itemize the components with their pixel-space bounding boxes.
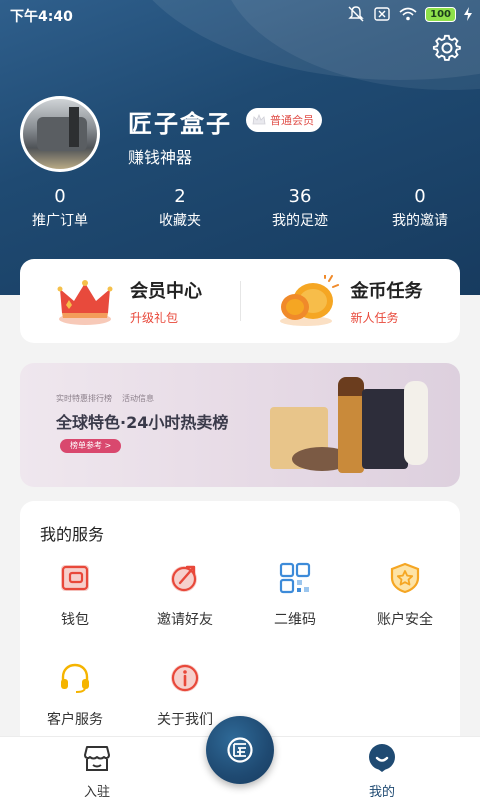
- qr-code-icon: [279, 562, 311, 594]
- crown-icon: [57, 280, 113, 325]
- service-wallet[interactable]: 钱包: [20, 561, 130, 629]
- headset-icon: [61, 663, 89, 693]
- service-account-security[interactable]: 账户安全: [350, 561, 460, 629]
- logo-icon: [227, 737, 253, 763]
- service-label: 二维码: [274, 612, 316, 628]
- username: 匠子盒子: [128, 110, 232, 138]
- user-subtitle: 赚钱神器: [128, 148, 193, 167]
- promo-title: 金币任务: [350, 280, 423, 302]
- status-icons: 100: [347, 5, 472, 23]
- banner-tab: 实时特惠排行榜: [56, 394, 112, 403]
- tab-settle-in[interactable]: 入驻: [57, 743, 137, 800]
- stat-footprints[interactable]: 36 我的足迹: [240, 186, 360, 236]
- avatar[interactable]: [20, 96, 100, 172]
- banner-product-bag: [362, 389, 408, 469]
- banner-tabs: 实时特惠排行榜 活动信息: [56, 393, 154, 404]
- wifi-icon: [399, 7, 417, 21]
- member-level-badge[interactable]: 普通会员: [246, 108, 322, 132]
- tab-label: 我的: [368, 785, 395, 800]
- service-label: 钱包: [61, 612, 89, 628]
- member-level-label: 普通会员: [270, 114, 314, 127]
- profile-icon: [369, 744, 395, 772]
- stat-promo-orders[interactable]: 0 推广订单: [0, 186, 120, 236]
- services-title: 我的服务: [40, 525, 105, 544]
- stats-row: 0 推广订单 2 收藏夹 36 我的足迹 0 我的邀请: [0, 186, 480, 236]
- stat-label: 我的邀请: [392, 213, 448, 229]
- status-time: 下午4:40: [10, 9, 73, 25]
- mute-icon: [348, 6, 364, 22]
- status-bar: 下午4:40 100: [0, 0, 480, 30]
- banner-product-can: [404, 381, 428, 465]
- store-icon: [84, 746, 110, 771]
- banner-product-bottle: [338, 377, 364, 473]
- stat-value: 0: [414, 186, 426, 207]
- service-label: 邀请好友: [157, 612, 213, 628]
- stat-value: 36: [288, 186, 312, 207]
- service-qr-code[interactable]: 二维码: [240, 561, 350, 629]
- invite-icon: [171, 565, 197, 592]
- stat-label: 推广订单: [32, 213, 88, 229]
- avatar-photo-bag: [37, 117, 87, 151]
- gold-coin-task-entry[interactable]: 金币任务 新人任务: [241, 259, 461, 343]
- tab-label: 入驻: [83, 785, 110, 800]
- stat-favorites[interactable]: 2 收藏夹: [120, 186, 240, 236]
- banner-title: 全球特色·24小时热卖榜: [56, 413, 229, 432]
- stat-label: 我的足迹: [272, 213, 328, 229]
- my-services-card: 我的服务 钱包 邀请好友 二维码 账户安全 客户服务 关于我们: [20, 501, 460, 741]
- promo-subtitle: 新人任务: [350, 310, 399, 325]
- stat-invitations[interactable]: 0 我的邀请: [360, 186, 480, 236]
- center-home-button[interactable]: [206, 716, 274, 784]
- banner-button[interactable]: 榜单参考 >: [60, 439, 122, 453]
- banner-tab: 活动信息: [122, 394, 154, 403]
- promo-title: 会员中心: [130, 280, 202, 302]
- avatar-photo-strap: [69, 107, 79, 147]
- crown-mini-icon: [252, 114, 266, 125]
- service-label: 客户服务: [47, 712, 103, 728]
- service-customer-service[interactable]: 客户服务: [20, 661, 130, 729]
- info-icon: [171, 664, 199, 692]
- charging-icon: [464, 7, 472, 21]
- wallet-icon: [61, 565, 89, 591]
- stat-value: 2: [174, 186, 186, 207]
- stat-label: 收藏夹: [159, 213, 201, 229]
- member-center-entry[interactable]: 会员中心 升级礼包: [20, 259, 240, 343]
- gold-coin-icon: [279, 275, 339, 326]
- settings-gear-icon[interactable]: [432, 33, 462, 63]
- stat-value: 0: [54, 186, 66, 207]
- battery-indicator: 100: [425, 6, 456, 22]
- service-label: 账户安全: [377, 612, 433, 628]
- tab-mine[interactable]: 我的: [342, 743, 422, 800]
- service-invite-friends[interactable]: 邀请好友: [130, 561, 240, 629]
- no-sim-icon: [374, 7, 390, 21]
- promo-subtitle: 升级礼包: [130, 310, 179, 325]
- promo-card: 会员中心 升级礼包 金币任务 新人任务: [20, 259, 460, 343]
- hot-sale-banner[interactable]: 实时特惠排行榜 活动信息 全球特色·24小时热卖榜 榜单参考 >: [20, 363, 460, 487]
- shield-icon: [390, 562, 420, 594]
